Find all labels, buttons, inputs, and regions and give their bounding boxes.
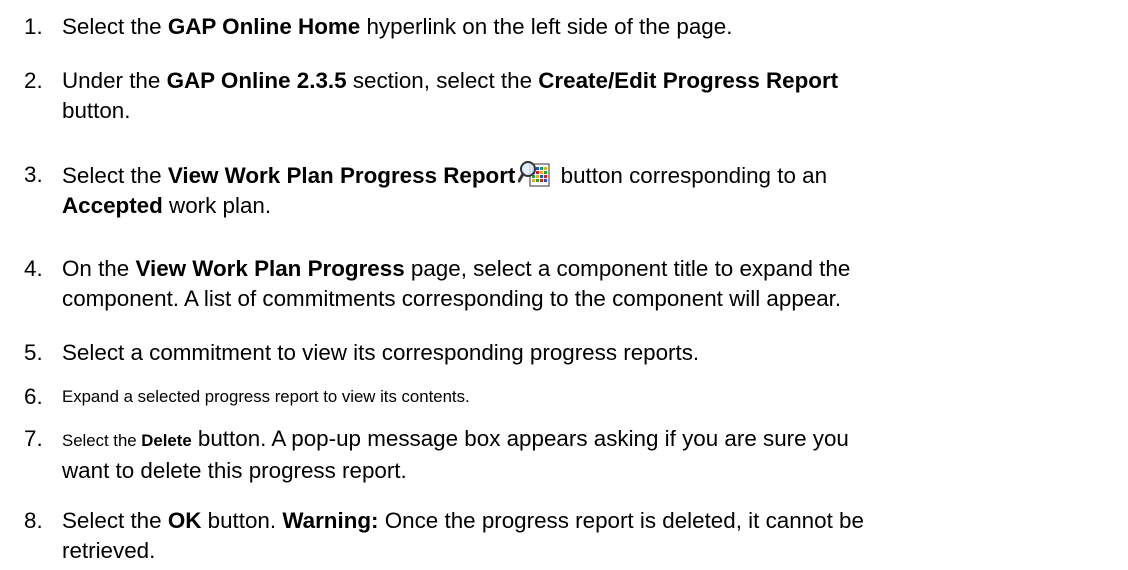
step-number: 2.	[24, 68, 43, 93]
step-text-part: work plan.	[162, 193, 272, 218]
step-number: 5.	[24, 340, 43, 365]
step-text-part: Select the	[62, 14, 168, 39]
step-text: Select the GAP Online Home hyperlink on …	[62, 12, 1120, 42]
view-progress-report-icon	[517, 160, 550, 188]
step-text-part: section, select the	[346, 68, 539, 93]
step-text-part: Select the	[62, 508, 168, 533]
step-number: 1.	[24, 14, 43, 39]
step-number: 3.	[24, 162, 43, 187]
step-text-part: component. A list of commitments corresp…	[62, 286, 842, 311]
button-name: Create/Edit Progress Report	[538, 68, 839, 93]
button-name: Delete	[141, 431, 192, 450]
step-text-part: page, select a component title to expand…	[404, 256, 851, 281]
step-text: Select the OK button. Warning: Once the …	[62, 506, 1120, 566]
step-text: On the View Work Plan Progress page, sel…	[62, 254, 1120, 314]
page-name: View Work Plan Progress	[135, 256, 405, 281]
step-number: 7.	[24, 426, 43, 451]
button-name: View Work Plan Progress Report	[167, 163, 516, 188]
step-text: Select the Delete button. A pop-up messa…	[62, 424, 1120, 486]
step-text-part: button.	[201, 508, 283, 533]
gap-online-home-link-name: GAP Online Home	[167, 14, 361, 39]
step-text-part: Select the	[62, 163, 168, 188]
step-text-part: Under the	[62, 68, 167, 93]
status-name: Accepted	[62, 193, 163, 218]
step-text-part: On the	[62, 256, 136, 281]
step-text-part: hyperlink on the left side of the page.	[360, 14, 733, 39]
step-text: Expand a selected progress report to vie…	[62, 387, 470, 406]
step-text-part: want to delete this progress report.	[62, 458, 407, 483]
step-text-part: Once the progress report is deleted, it …	[378, 508, 864, 533]
step-number: 8.	[24, 508, 43, 533]
button-name: OK	[167, 508, 202, 533]
step-text-part: Select the	[62, 431, 142, 450]
step-text-part: retrieved.	[62, 538, 156, 563]
step-text: Select the View Work Plan Progress Repor…	[62, 160, 1120, 221]
step-text-part: button corresponding to an	[554, 163, 828, 188]
section-name: GAP Online 2.3.5	[166, 68, 347, 93]
step-text-part: button. A pop-up message box appears ask…	[191, 426, 849, 451]
step-text: Under the GAP Online 2.3.5 section, sele…	[62, 66, 1120, 126]
step-number: 4.	[24, 256, 43, 281]
step-number: 6.	[24, 384, 43, 409]
warning-label: Warning:	[282, 508, 379, 533]
step-text-part: button.	[62, 98, 131, 123]
step-text: Select a commitment to view its correspo…	[62, 340, 700, 365]
